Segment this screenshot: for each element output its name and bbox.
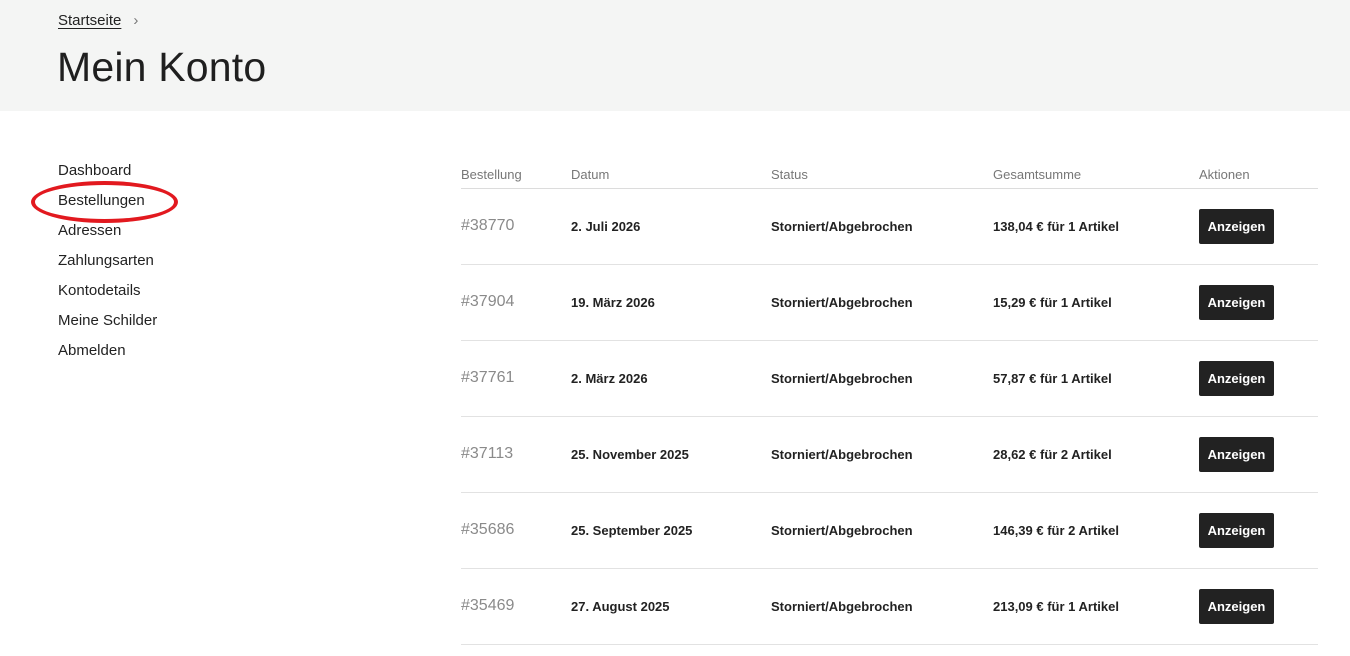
order-number-link[interactable]: #35469 <box>461 597 514 615</box>
order-number-link[interactable]: #38770 <box>461 217 514 235</box>
order-total: 28,62 € für 2 Artikel <box>993 447 1112 462</box>
order-status: Storniert/Abgebrochen <box>771 447 913 462</box>
table-row: #35469 27. August 2025 Storniert/Abgebro… <box>461 569 1318 645</box>
header-total: Gesamtsumme <box>993 167 1082 182</box>
order-status: Storniert/Abgebrochen <box>771 295 913 310</box>
nav-item-account-details[interactable]: Kontodetails <box>58 280 157 310</box>
view-order-button[interactable]: Anzeigen <box>1199 285 1274 320</box>
order-number-link[interactable]: #37761 <box>461 369 514 387</box>
view-order-button[interactable]: Anzeigen <box>1199 589 1274 624</box>
order-total: 146,39 € für 2 Artikel <box>993 523 1119 538</box>
header-date: Datum <box>571 167 610 182</box>
order-number-link[interactable]: #37904 <box>461 293 514 311</box>
table-row: #37113 25. November 2025 Storniert/Abgeb… <box>461 417 1318 493</box>
view-order-button[interactable]: Anzeigen <box>1199 361 1274 396</box>
nav-item-dashboard[interactable]: Dashboard <box>58 160 157 190</box>
page-title: Mein Konto <box>57 44 267 90</box>
order-date: 25. November 2025 <box>571 447 689 462</box>
order-status: Storniert/Abgebrochen <box>771 523 913 538</box>
order-status: Storniert/Abgebrochen <box>771 599 913 614</box>
order-number-link[interactable]: #35686 <box>461 521 514 539</box>
header-actions: Aktionen <box>1199 167 1250 182</box>
orders-table: Bestellung Datum Status Gesamtsumme Akti… <box>461 160 1318 645</box>
order-status: Storniert/Abgebrochen <box>771 371 913 386</box>
order-total: 138,04 € für 1 Artikel <box>993 219 1119 234</box>
table-row: #37904 19. März 2026 Storniert/Abgebroch… <box>461 265 1318 341</box>
view-order-button[interactable]: Anzeigen <box>1199 209 1274 244</box>
view-order-button[interactable]: Anzeigen <box>1199 513 1274 548</box>
table-row: #37761 2. März 2026 Storniert/Abgebroche… <box>461 341 1318 417</box>
order-total: 57,87 € für 1 Artikel <box>993 371 1112 386</box>
nav-item-orders[interactable]: Bestellungen <box>58 190 157 220</box>
account-navigation: Dashboard Bestellungen Adressen Zahlungs… <box>58 160 157 370</box>
nav-item-payment-methods[interactable]: Zahlungsarten <box>58 250 157 280</box>
order-total: 15,29 € für 1 Artikel <box>993 295 1112 310</box>
view-order-button[interactable]: Anzeigen <box>1199 437 1274 472</box>
order-date: 25. September 2025 <box>571 523 693 538</box>
header-status: Status <box>771 167 808 182</box>
page-header: Startseite › Mein Konto <box>0 0 1350 111</box>
table-row: #35686 25. September 2025 Storniert/Abge… <box>461 493 1318 569</box>
nav-item-logout[interactable]: Abmelden <box>58 340 157 370</box>
order-date: 2. Juli 2026 <box>571 219 641 234</box>
order-number-link[interactable]: #37113 <box>461 445 513 463</box>
order-total: 213,09 € für 1 Artikel <box>993 599 1119 614</box>
chevron-right-icon: › <box>133 12 139 29</box>
order-date: 19. März 2026 <box>571 295 655 310</box>
table-row: #38770 2. Juli 2026 Storniert/Abgebroche… <box>461 189 1318 265</box>
nav-item-my-signs[interactable]: Meine Schilder <box>58 310 157 340</box>
order-date: 2. März 2026 <box>571 371 648 386</box>
breadcrumb: Startseite › <box>58 12 138 29</box>
breadcrumb-home-link[interactable]: Startseite <box>58 12 125 29</box>
table-header: Bestellung Datum Status Gesamtsumme Akti… <box>461 160 1318 189</box>
header-order: Bestellung <box>461 167 522 182</box>
order-status: Storniert/Abgebrochen <box>771 219 913 234</box>
nav-item-addresses[interactable]: Adressen <box>58 220 157 250</box>
order-date: 27. August 2025 <box>571 599 670 614</box>
